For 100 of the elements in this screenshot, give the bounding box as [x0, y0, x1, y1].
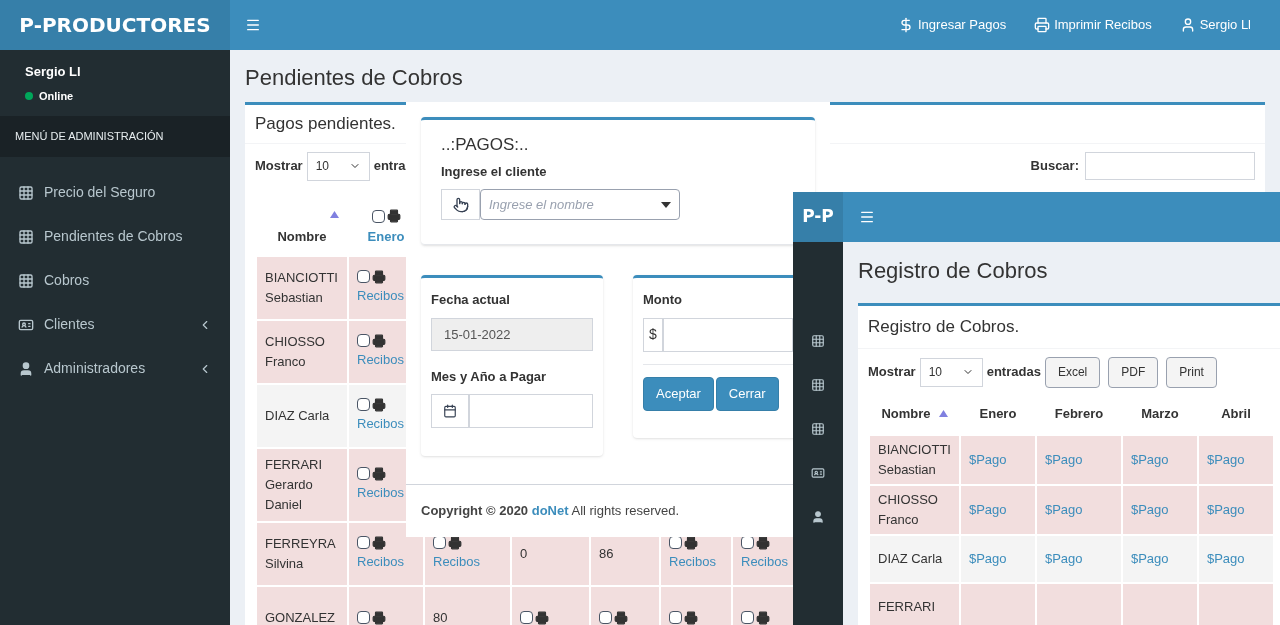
accept-button[interactable]: Aceptar: [643, 376, 714, 411]
menu-icon[interactable]: [859, 209, 875, 225]
grid-icon: [18, 184, 34, 201]
checkbox[interactable]: [371, 209, 385, 223]
printer-icon[interactable]: [684, 610, 698, 625]
status-text: Online: [39, 88, 74, 104]
export-button[interactable]: PDF: [1108, 356, 1159, 388]
user-icon: [18, 360, 34, 377]
checkbox[interactable]: [357, 467, 370, 480]
period-field[interactable]: [469, 394, 593, 428]
grid-icon: [18, 272, 34, 289]
entries-label: entra: [373, 157, 406, 176]
column-header[interactable]: Nombre: [277, 227, 327, 247]
printer-icon[interactable]: [372, 269, 386, 284]
client-name: BIANCIOTTI Sebastian: [878, 441, 951, 477]
printer-icon: [1034, 17, 1051, 33]
sidebar-item[interactable]: Administradores: [0, 346, 230, 391]
amount-field[interactable]: [663, 317, 793, 352]
payment-link[interactable]: $Pago: [1206, 550, 1245, 566]
printer-icon[interactable]: [535, 610, 549, 625]
navbar-link[interactable]: Imprimir Recibos: [1020, 15, 1166, 35]
checkbox[interactable]: [599, 611, 612, 624]
client-select[interactable]: Ingrese el nombre: [480, 189, 680, 220]
checkbox[interactable]: [357, 536, 370, 549]
checkbox[interactable]: [357, 334, 370, 347]
printer-icon[interactable]: [372, 333, 386, 348]
printer-icon[interactable]: [614, 610, 628, 625]
printer-icon[interactable]: [372, 466, 386, 481]
copyright-text: Copyright © 2020 doNet All rights reserved.: [421, 502, 680, 521]
field-label: Fecha actual: [431, 291, 511, 309]
client-name: CHIOSSO Franco: [878, 491, 938, 527]
payment-link[interactable]: $Pago: [1130, 550, 1169, 566]
navbar-link[interactable]: Ingresar Pagos: [884, 15, 1021, 35]
client-name: FERRARI: [878, 598, 936, 614]
client-name: FERREYRA Silvina: [265, 535, 336, 571]
client-name: FERRARI Gerardo Daniel: [265, 456, 323, 512]
column-header[interactable]: Marzo: [1141, 403, 1179, 424]
search-label: Buscar:: [1030, 157, 1079, 176]
checkbox[interactable]: [357, 398, 370, 411]
printer-icon[interactable]: [372, 535, 386, 550]
payment-link[interactable]: $Pago: [968, 451, 1007, 467]
sidebar-item[interactable]: Cobros: [0, 258, 230, 303]
page-length-select[interactable]: 10: [919, 357, 983, 387]
printer-icon[interactable]: [756, 610, 770, 625]
payment-link[interactable]: $Pago: [1044, 501, 1083, 517]
amount-text: 86: [599, 545, 614, 561]
checkbox[interactable]: [741, 611, 754, 624]
id-card-icon: [811, 466, 825, 480]
sidebar-item[interactable]: Pendientes de Cobros: [0, 214, 230, 259]
export-button[interactable]: Print: [1166, 356, 1217, 388]
column-header[interactable]: Enero: [979, 403, 1017, 424]
grid-icon: [811, 334, 825, 348]
client-name: CHIOSSO Franco: [265, 333, 325, 369]
user-icon: [811, 510, 825, 524]
printer-icon[interactable]: [386, 209, 401, 223]
page-length-select[interactable]: 10: [306, 151, 370, 181]
printer-icon[interactable]: [372, 397, 386, 412]
client-name: BIANCIOTTI Sebastian: [265, 269, 338, 305]
client-name: GONZALEZ: [265, 609, 336, 625]
sidebar-item[interactable]: Clientes: [0, 302, 230, 347]
field-label: Monto: [643, 291, 683, 309]
grid-icon: [18, 228, 34, 245]
payment-link[interactable]: $Pago: [1206, 501, 1245, 517]
payment-link[interactable]: $Pago: [1130, 501, 1169, 517]
grid-icon: [811, 422, 825, 436]
search-field[interactable]: [1085, 152, 1255, 180]
company-link[interactable]: doNet: [531, 503, 569, 519]
client-name: DIAZ Carla: [878, 550, 943, 566]
export-button[interactable]: Excel: [1044, 356, 1101, 388]
card-title: Registro de Cobros.: [858, 306, 1280, 349]
column-header[interactable]: Abril: [1221, 403, 1251, 424]
payment-link[interactable]: $Pago: [1206, 451, 1245, 467]
checkbox[interactable]: [357, 270, 370, 283]
show-label: Mostrar: [255, 157, 303, 176]
payment-link[interactable]: $Pago: [1130, 451, 1169, 467]
navbar-link[interactable]: Sergio Ll: [1165, 15, 1265, 35]
printer-icon[interactable]: [372, 610, 386, 625]
column-header[interactable]: Nombre: [881, 403, 931, 424]
page-title: Pendientes de Cobros: [245, 64, 464, 92]
grid-icon: [811, 378, 825, 392]
payment-link[interactable]: $Pago: [1044, 451, 1083, 467]
page-title: Registro de Cobros: [858, 257, 1049, 285]
column-header[interactable]: Febrero: [1054, 403, 1104, 424]
app-logo: P-PRODUCTORES: [0, 0, 230, 50]
payment-link[interactable]: $Pago: [968, 550, 1007, 566]
payment-link[interactable]: $Pago: [1044, 550, 1083, 566]
sort-up-icon: [330, 210, 339, 218]
menu-header: MENÚ DE ADMINISTRACIÓN: [0, 116, 230, 157]
column-header[interactable]: Enero: [367, 227, 405, 247]
receipts-link[interactable]: Recibos: [357, 482, 404, 503]
payment-link[interactable]: $Pago: [968, 501, 1007, 517]
sidebar-item[interactable]: Precio del Seguro: [0, 170, 230, 215]
entries-label: entradas: [986, 363, 1041, 382]
menu-icon[interactable]: [245, 17, 261, 33]
checkbox[interactable]: [357, 611, 370, 624]
close-button[interactable]: Cerrar: [715, 376, 779, 411]
receipts-link[interactable]: Recibos: [433, 551, 480, 572]
checkbox[interactable]: [520, 611, 533, 624]
dollar-icon: [898, 17, 914, 33]
checkbox[interactable]: [669, 611, 682, 624]
